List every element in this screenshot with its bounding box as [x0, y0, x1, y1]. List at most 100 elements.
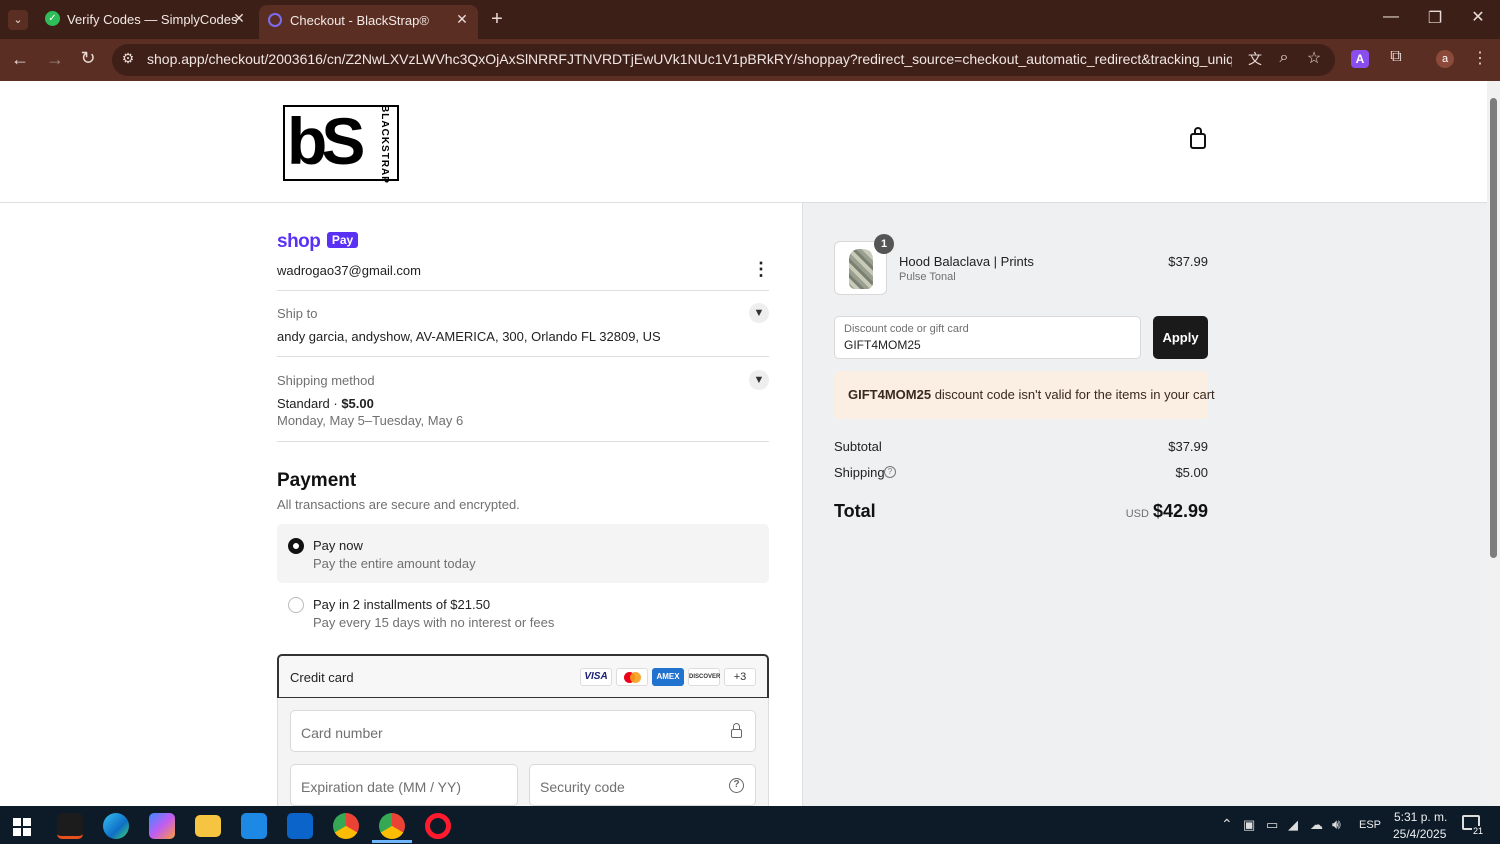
- tray-display-icon[interactable]: ▭: [1266, 817, 1278, 833]
- total-label: Total: [834, 501, 876, 521]
- shipping-value: $5.00: [1175, 465, 1208, 480]
- discover-icon: DISCOVER: [688, 668, 720, 686]
- shipping-label: Shipping: [834, 465, 885, 480]
- extensions-puzzle-icon[interactable]: ⧉: [1385, 48, 1407, 66]
- shipping-info-icon[interactable]: ?: [884, 466, 896, 478]
- outlook-icon[interactable]: [287, 813, 313, 839]
- forward-icon[interactable]: →: [44, 49, 66, 70]
- tab-checkout-active[interactable]: Checkout - BlackStrap® ✕: [259, 5, 478, 39]
- minimize-icon[interactable]: —: [1380, 8, 1402, 26]
- profile-avatar[interactable]: a: [1436, 50, 1454, 68]
- product-name: Hood Balaclava | Prints: [899, 254, 1034, 269]
- quantity-badge: 1: [874, 234, 894, 254]
- more-brands-badge: +3: [724, 668, 756, 686]
- zoom-icon[interactable]: ⌕: [1273, 49, 1295, 67]
- pay-installments-option[interactable]: Pay in 2 installments of $21.50 Pay ever…: [277, 588, 769, 634]
- subtotal-label: Subtotal: [834, 439, 882, 454]
- total-amount: USD $42.99: [1126, 501, 1208, 522]
- lock-icon: [731, 729, 742, 738]
- checkout-page: bS BLACKSTRAP shop Pay wadrogao37@gmail.…: [0, 81, 1487, 806]
- back-icon[interactable]: ←: [9, 49, 31, 70]
- amex-icon: AMEX: [652, 668, 684, 686]
- card-number-field[interactable]: Card number: [290, 710, 756, 752]
- browser-menu-icon[interactable]: ⋮: [1469, 48, 1491, 68]
- tray-chevron-icon[interactable]: ⌃: [1221, 816, 1233, 833]
- opera-icon[interactable]: [425, 813, 451, 839]
- tab-search-chevron-icon[interactable]: ⌄: [8, 10, 28, 30]
- cart-bag-handle-icon: [1194, 127, 1202, 135]
- discount-code-field[interactable]: Discount code or gift card GIFT4MOM25: [834, 316, 1141, 359]
- radio-selected[interactable]: [288, 538, 304, 554]
- store-icon[interactable]: [241, 813, 267, 839]
- card-number-placeholder: Card number: [301, 725, 383, 741]
- option-title: Pay now: [313, 538, 363, 553]
- extension-a-icon[interactable]: A: [1351, 50, 1369, 68]
- shop-brand: shop: [277, 231, 321, 252]
- option-title: Pay in 2 installments of $21.50: [313, 597, 491, 612]
- new-tab-icon[interactable]: +: [486, 8, 508, 31]
- error-text: discount code isn't valid for the items …: [931, 387, 1215, 402]
- tray-volume-icon[interactable]: 🔊︎: [1332, 816, 1341, 833]
- balaclava-image: [849, 249, 873, 289]
- divider: [277, 290, 769, 291]
- expiration-field[interactable]: Expiration date (MM / YY): [290, 764, 518, 806]
- file-explorer-icon[interactable]: [195, 815, 221, 837]
- pay-now-option[interactable]: Pay now Pay the entire amount today: [277, 524, 769, 583]
- tray-date[interactable]: 25/4/2025: [1393, 827, 1446, 841]
- windows-start-icon[interactable]: [13, 818, 31, 836]
- translate-icon[interactable]: 文: [1244, 49, 1266, 69]
- tray-meet-icon[interactable]: ▣: [1243, 817, 1255, 833]
- divider: [277, 356, 769, 357]
- credit-card-header[interactable]: Credit card VISA AMEX DISCOVER +3: [277, 654, 769, 699]
- store-logo[interactable]: bS BLACKSTRAP: [283, 104, 399, 184]
- radio-unselected[interactable]: [288, 597, 304, 613]
- ship-to-expand-icon[interactable]: ▼: [749, 303, 769, 323]
- shoppay-favicon-icon: [268, 13, 282, 27]
- visa-icon: VISA: [580, 668, 612, 686]
- tab-title: Verify Codes — SimplyCodes: [67, 12, 238, 27]
- site-info-icon[interactable]: ⚙: [117, 50, 139, 67]
- url-text[interactable]: shop.app/checkout/2003616/cn/Z2NwLXVzLWV…: [147, 51, 1232, 67]
- cart-bag-icon[interactable]: [1190, 133, 1206, 149]
- ship-to-label: Ship to: [277, 306, 318, 321]
- close-tab-icon[interactable]: ✕: [454, 11, 470, 28]
- chrome-icon[interactable]: [333, 813, 359, 839]
- tray-time[interactable]: 5:31 p. m.: [1394, 810, 1447, 824]
- subtotal-value: $37.99: [1168, 439, 1208, 454]
- ship-to-address: andy garcia, andyshow, AV-AMERICA, 300, …: [277, 329, 661, 344]
- logo-side-text: BLACKSTRAP: [378, 105, 390, 184]
- shipping-method-expand-icon[interactable]: ▼: [749, 370, 769, 390]
- logo-text: bS: [287, 104, 365, 178]
- simplycodes-favicon-icon: ✓: [45, 11, 60, 26]
- chrome-active-icon[interactable]: [379, 813, 405, 839]
- bookmark-star-icon[interactable]: ☆: [1303, 48, 1325, 68]
- tray-network-icon[interactable]: ◢: [1288, 817, 1298, 833]
- copilot-icon[interactable]: [149, 813, 175, 839]
- shop-pay-logo: shop Pay: [277, 231, 359, 253]
- security-code-placeholder: Security code: [540, 779, 625, 795]
- discount-field-label: Discount code or gift card: [844, 323, 969, 335]
- tray-onedrive-icon[interactable]: ☁: [1310, 817, 1323, 833]
- shipping-method-label: Shipping method: [277, 373, 375, 388]
- discount-field-value: GIFT4MOM25: [844, 338, 921, 352]
- product-variant: Pulse Tonal: [899, 271, 956, 283]
- shipping-method-value: Standard · $5.00: [277, 396, 374, 411]
- edge-icon[interactable]: [103, 813, 129, 839]
- account-menu-icon[interactable]: ⋮: [752, 259, 770, 280]
- tray-language[interactable]: ESP: [1359, 819, 1381, 831]
- product-price: $37.99: [1168, 254, 1208, 269]
- close-tab-icon[interactable]: ✕: [231, 10, 247, 27]
- apply-button[interactable]: Apply: [1153, 316, 1208, 359]
- tab-title: Checkout - BlackStrap®: [290, 13, 429, 28]
- reload-icon[interactable]: ↻: [77, 48, 99, 69]
- restore-icon[interactable]: ❐: [1424, 8, 1446, 28]
- expiration-placeholder: Expiration date (MM / YY): [301, 779, 462, 795]
- mastercard-icon: [616, 668, 648, 686]
- tab-simplycodes[interactable]: ✓ Verify Codes — SimplyCodes ✕: [36, 5, 256, 35]
- help-question-icon[interactable]: ?: [729, 778, 744, 793]
- close-window-icon[interactable]: ✕: [1467, 7, 1489, 27]
- scrollbar-thumb[interactable]: [1490, 98, 1497, 558]
- app-icon[interactable]: [57, 813, 83, 839]
- credit-card-label: Credit card: [290, 670, 354, 685]
- security-code-field[interactable]: Security code ?: [529, 764, 756, 806]
